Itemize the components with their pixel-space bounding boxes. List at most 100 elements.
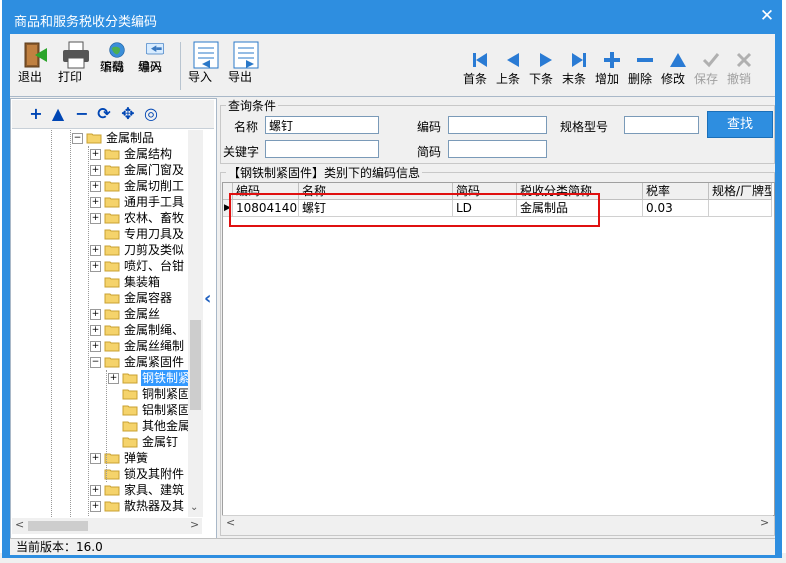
tree-node[interactable]: 专用刀具及 [12,226,202,242]
name-input[interactable]: 螺钉 [265,116,379,134]
tree-node[interactable]: 金属容器 [12,290,202,306]
tree-refresh-icon[interactable]: ⟳ [96,106,112,122]
tree-node[interactable]: 铝制紧固 [12,402,202,418]
expand-node-icon[interactable]: + [90,501,101,512]
tree-node[interactable]: + 金属丝 [12,306,202,322]
tree-fullscreen-icon[interactable]: ✥ [120,106,136,122]
scroll-down-icon[interactable]: ⌄ [190,502,198,513]
tree-node[interactable]: + 刀剪及类似 [12,242,202,258]
expand-node-icon[interactable]: + [90,325,101,336]
code-import-icon [146,43,164,55]
undo-button[interactable]: 撤销 [727,50,761,90]
import-icon [193,41,219,69]
tree-node[interactable]: + 金属制绳、 [12,322,202,338]
expand-node-icon[interactable]: + [90,149,101,160]
tree-node[interactable]: 金属钉 [12,434,202,450]
expand-node-icon[interactable]: + [90,485,101,496]
first-record-button[interactable]: 首条 [463,50,497,90]
category-tree[interactable]: − 金属制品 + 金属结构 + 金属门窗及 + 金属切削工 + 通用手工具 + 农林、畜牧 专用刀具及 +… [12,130,202,517]
find-button[interactable]: 查找 [707,111,773,138]
grid-scroll-left-icon[interactable]: < [226,516,235,529]
tree-node[interactable]: + 钢铁制紧 [12,370,202,386]
expand-node-icon[interactable]: + [90,165,101,176]
tree-node[interactable]: + 农林、畜牧 [12,210,202,226]
tree-horizontal-scrollbar[interactable]: < > [12,518,202,534]
tree-node[interactable]: 集装箱 [12,274,202,290]
tree-target-icon[interactable]: ◎ [143,106,159,122]
cell-tax-rate[interactable]: 0.03 [643,200,709,217]
expand-node-icon[interactable]: + [90,309,101,320]
tree-node[interactable]: 铜制紧固 [12,386,202,402]
previous-record-icon [507,53,519,67]
code-import-button[interactable]: 编码 导入 [138,40,172,94]
tree-node-label: 刀剪及类似 [124,243,185,257]
expand-node-icon[interactable]: + [108,373,119,384]
tree-collapse-icon[interactable]: − [74,106,90,122]
tree-node[interactable]: − 金属制品 [12,130,202,146]
scroll-left-icon[interactable]: < [15,518,24,531]
export-button[interactable]: 导出 [228,40,264,94]
tree-hscroll-thumb[interactable] [28,521,88,531]
edit-button[interactable]: 修改 [661,50,695,90]
tree-node-label: 金属紧固件 [124,355,185,369]
tree-node-label: 金属结构 [124,147,173,161]
tree-node[interactable]: 其他金属 [12,418,202,434]
tree-node[interactable]: + 金属门窗及 [12,162,202,178]
tree-node[interactable]: + 通用手工具 [12,194,202,210]
tree-node[interactable]: 锁及其附件 [12,466,202,482]
grid-horizontal-scrollbar[interactable]: < > [222,515,773,532]
expand-node-icon[interactable]: + [90,213,101,224]
expand-node-icon[interactable]: + [90,197,101,208]
grid-scroll-right-icon[interactable]: > [760,516,769,529]
expand-node-icon[interactable]: + [90,453,101,464]
next-record-button[interactable]: 下条 [529,50,563,90]
scroll-right-icon[interactable]: > [190,518,199,531]
close-button[interactable]: ✕ [754,4,780,28]
collapse-node-icon[interactable]: − [90,357,101,368]
cell-spec[interactable] [709,200,772,217]
tree-node[interactable]: + 金属结构 [12,146,202,162]
expand-node-icon[interactable]: + [90,261,101,272]
collapse-node-icon[interactable]: − [72,133,83,144]
tree-node[interactable]: + 喷灯、台钳 [12,258,202,274]
results-grid[interactable] [222,182,775,516]
delete-button[interactable]: 删除 [628,50,662,90]
add-button[interactable]: 增加 [595,50,629,90]
expand-node-icon[interactable]: + [90,181,101,192]
column-header-spec[interactable]: 规格/厂牌型 [709,183,772,200]
print-button[interactable]: 打印 [58,40,94,94]
keyword-input[interactable] [265,140,379,158]
tree-node-label: 锁及其附件 [124,467,185,481]
tree-expand-icon[interactable]: + [28,106,44,122]
tree-node[interactable]: + 散热器及其 [12,498,202,514]
tree-node[interactable]: − 金属紧固件 [12,354,202,370]
tree-node[interactable]: + 家具、建筑 [12,482,202,498]
tree-node[interactable]: + 金属切削工 [12,178,202,194]
code-download-button[interactable]: 编码 下载 [100,40,134,94]
code-input[interactable] [448,116,547,134]
expand-node-icon[interactable]: + [90,245,101,256]
folder-icon [104,500,120,512]
tree-scroll-thumb[interactable] [190,320,201,410]
tree-up-icon[interactable]: ▲ [50,106,66,122]
tree-vertical-scrollbar[interactable]: ⌄ [188,130,203,517]
exit-icon [24,42,47,68]
short-code-input[interactable] [448,140,547,158]
tree-node-label: 喷灯、台钳 [124,259,185,273]
spec-input[interactable] [624,116,699,134]
expand-node-icon[interactable]: + [90,341,101,352]
tree-node-label: 金属制品 [106,131,155,145]
tree-guide-line [88,146,89,517]
save-button[interactable]: 保存 [694,50,728,90]
column-header-tax-rate[interactable]: 税率 [643,183,709,200]
last-record-button[interactable]: 末条 [562,50,596,90]
collapse-pane-icon[interactable]: ‹ [204,288,211,309]
tree-node[interactable]: + 弹簧 [12,450,202,466]
import-button[interactable]: 导入 [188,40,224,94]
tree-node[interactable]: + 金属丝绳制 [12,338,202,354]
add-icon [604,52,620,68]
previous-record-button[interactable]: 上条 [496,50,530,90]
exit-button[interactable]: 退出 [18,40,52,94]
tree-node-label: 散热器及其 [124,499,185,513]
tree-node-label: 铝制紧固 [142,403,191,417]
